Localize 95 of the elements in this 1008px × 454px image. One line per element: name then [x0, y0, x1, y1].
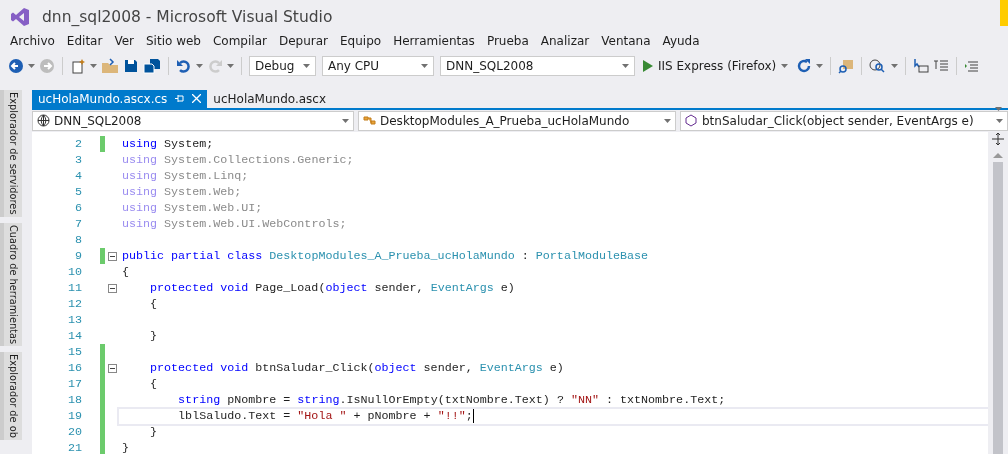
method-icon	[685, 114, 698, 128]
line-number: 13	[66, 313, 83, 327]
save-all-icon[interactable]	[143, 58, 161, 74]
project-dropdown[interactable]: DNN_SQL2008	[440, 56, 635, 76]
side-panel-tab[interactable]: Cuadro de herramientas	[0, 222, 22, 346]
code-line: lblSaludo.Text = "Hola " + pNombre + "!!";	[119, 408, 988, 424]
member-selector[interactable]: btnSaludar_Click(object sender, EventArgs e)	[680, 110, 1008, 131]
line-number: 4	[74, 169, 83, 183]
code-line: protected void btnSaludar_Click(object sender, EventArgs e)	[149, 360, 565, 376]
window-title: dnn_sql2008 - Microsoft Visual Studio	[42, 7, 333, 26]
line-number: 20	[66, 425, 83, 439]
line-number: 6	[74, 201, 83, 215]
play-icon	[643, 60, 653, 72]
menu-item[interactable]: Ventana	[595, 34, 657, 48]
menu-item[interactable]: Editar	[60, 34, 109, 48]
refresh-icon[interactable]	[796, 58, 813, 74]
side-panel-tab[interactable]: Explorador de ob	[0, 351, 22, 440]
line-number: 21	[66, 441, 83, 454]
line-number: 5	[74, 185, 83, 199]
project-selector[interactable]: DNN_SQL2008	[32, 110, 354, 131]
caret-icon	[664, 118, 671, 123]
line-number: 7	[74, 217, 83, 231]
line-number: 2	[74, 137, 83, 151]
menu-item[interactable]: Prueba	[480, 34, 535, 48]
caret-icon	[781, 64, 789, 68]
app-logo-icon	[10, 6, 30, 27]
find-in-files-icon[interactable]	[838, 58, 855, 74]
menu-item[interactable]: Equipo	[334, 34, 388, 48]
collapse-icon[interactable]	[107, 283, 117, 293]
code-line: protected void Page_Load(object sender, EventArgs e)	[149, 280, 516, 296]
code-line: }	[149, 328, 159, 344]
menu-item[interactable]: Depurar	[272, 34, 334, 48]
menu-item[interactable]: Ver	[108, 34, 140, 48]
code-line: {	[149, 376, 159, 392]
split-icon[interactable]	[991, 132, 1005, 146]
line-number: 9	[74, 249, 83, 263]
code-line: using System.Web.UI.WebControls;	[121, 216, 348, 232]
menu-item[interactable]: Herramientas	[387, 34, 481, 48]
line-number: 16	[66, 361, 83, 375]
menu-item[interactable]: Sitio web	[140, 34, 207, 48]
code-line: using System.Linq;	[121, 168, 250, 184]
collapse-icon[interactable]	[107, 251, 117, 261]
code-line: }	[149, 424, 159, 440]
code-line: }	[121, 440, 130, 454]
side-panel-tab[interactable]: Explorador de servidores	[0, 90, 22, 217]
line-number: 10	[66, 265, 83, 279]
code-line: using System.Collections.Generic;	[121, 152, 355, 168]
new-item-icon[interactable]	[70, 58, 86, 74]
menu-item[interactable]: Analizar	[534, 34, 596, 48]
caret-icon	[342, 118, 349, 123]
line-number: 8	[74, 233, 83, 247]
menu-item[interactable]: Ayuda	[656, 34, 706, 48]
caret-icon	[28, 64, 35, 68]
save-icon[interactable]	[123, 58, 139, 74]
document-tab[interactable]: ucHolaMundo.ascx.cs	[32, 90, 208, 108]
menu-item[interactable]: Compilar	[206, 34, 273, 48]
code-line: using System.Web.UI;	[121, 200, 264, 216]
configuration-dropdown[interactable]: Debug	[249, 56, 316, 76]
class-icon	[363, 114, 376, 128]
caret-icon	[816, 64, 824, 68]
close-icon[interactable]	[192, 94, 202, 104]
line-number: 17	[66, 377, 83, 391]
menu-item[interactable]: Archivo	[4, 34, 61, 48]
line-number: 18	[66, 393, 83, 407]
scrollbar[interactable]	[993, 162, 1003, 454]
caret-icon	[196, 64, 203, 68]
caret-icon	[622, 64, 629, 68]
pin-icon[interactable]	[175, 94, 185, 104]
caret-icon	[90, 64, 97, 68]
code-line: using System.Web;	[121, 184, 243, 200]
line-number: 14	[66, 329, 83, 343]
code-line: public partial class DesktopModules_A_Prueba_ucHolaMundo : PortalModuleBase	[121, 248, 650, 264]
caret-icon	[891, 64, 899, 68]
type-selector[interactable]: DesktopModules_A_Prueba_ucHolaMundo	[358, 110, 676, 131]
line-number: 11	[66, 281, 83, 295]
collapse-icon[interactable]	[107, 363, 117, 373]
undo-icon[interactable]	[176, 58, 192, 74]
caret-icon	[227, 64, 234, 68]
code-line: string pNombre = string.IsNullOrEmpty(txtNombre.Text) ? "NN" : txtNombre.Text;	[177, 392, 727, 408]
line-number: 15	[66, 345, 83, 359]
platform-dropdown[interactable]: Any CPU	[322, 56, 434, 76]
caret-icon	[996, 118, 1003, 123]
step-icon[interactable]	[913, 58, 930, 74]
run-button[interactable]: IIS Express (Firefox)	[639, 59, 793, 73]
line-number: 12	[66, 297, 83, 311]
line-number: 19	[66, 409, 83, 423]
document-tab[interactable]: ucHolaMundo.ascx	[207, 90, 333, 108]
code-line: using System;	[121, 136, 215, 152]
globe-icon	[37, 114, 50, 128]
back-icon[interactable]	[8, 58, 24, 74]
caret-icon	[421, 64, 428, 68]
caret-icon	[303, 64, 310, 68]
code-line: {	[121, 264, 130, 280]
line-number: 3	[74, 153, 83, 167]
code-line: {	[149, 296, 159, 312]
